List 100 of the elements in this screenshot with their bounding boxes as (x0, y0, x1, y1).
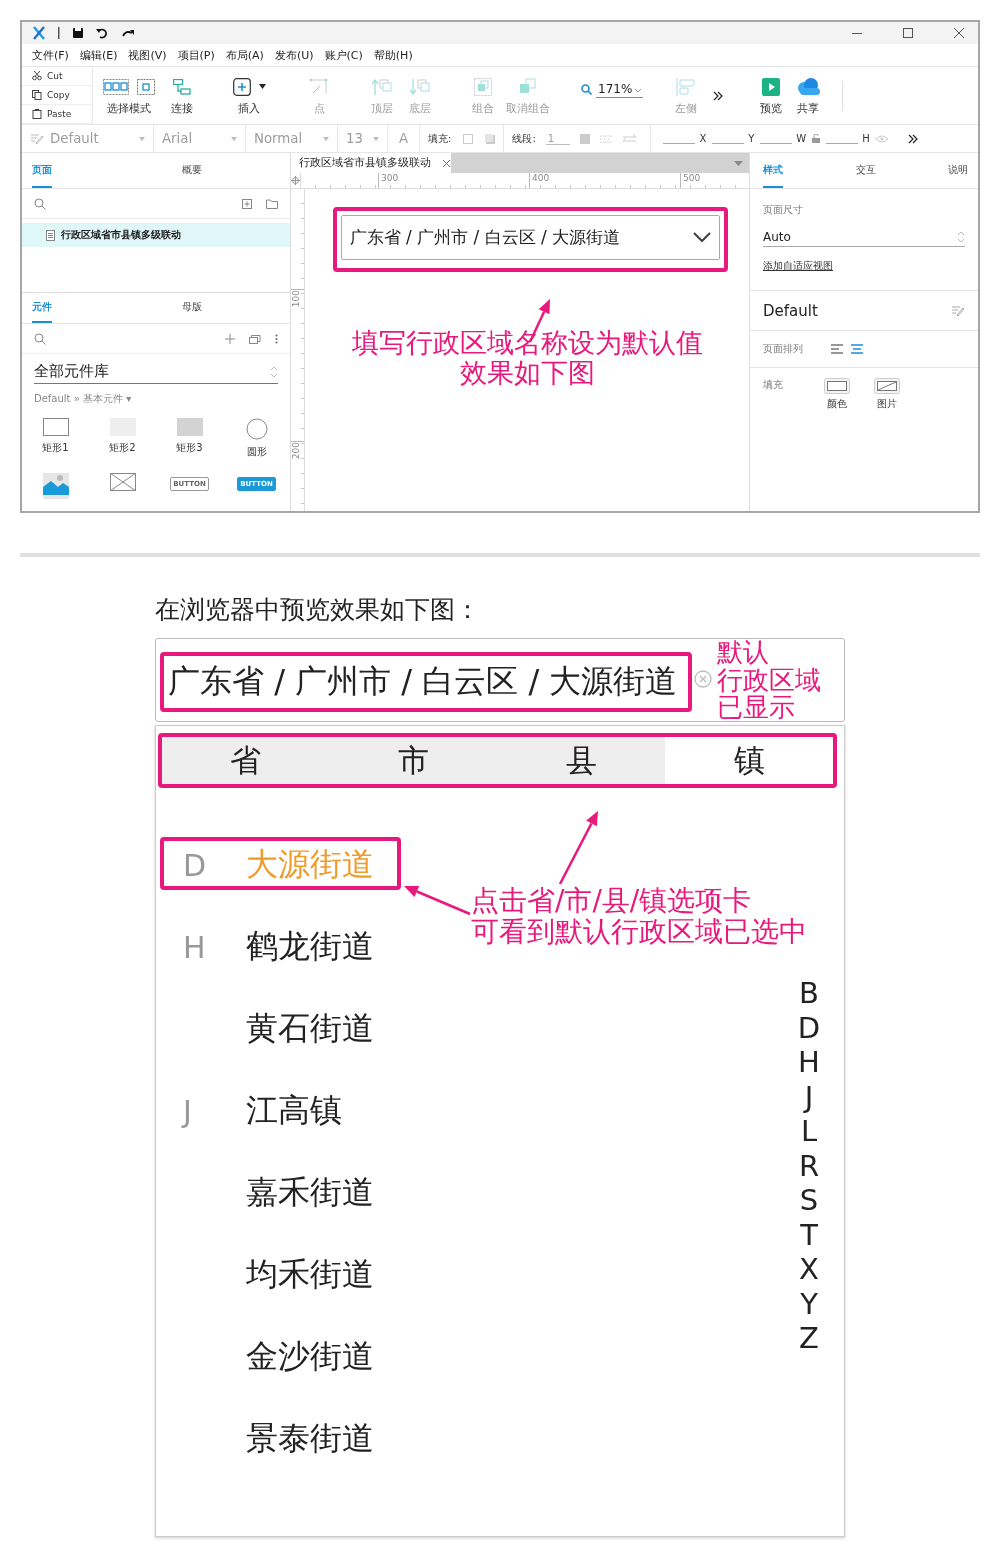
index-letter[interactable]: R (798, 1148, 820, 1183)
toolbar-button[interactable]: 选择模式 (96, 67, 162, 124)
panel-tab[interactable]: 母版 (182, 293, 202, 323)
kebab-icon[interactable] (275, 333, 278, 344)
index-letter[interactable]: T (800, 1217, 818, 1252)
page-icon (46, 229, 55, 241)
panel-tab[interactable]: 说明 (948, 153, 968, 188)
toolbar-button[interactable]: 预览 (753, 67, 790, 124)
menu-item[interactable]: 账户(C) (324, 47, 363, 63)
maximize-icon (902, 28, 913, 38)
line-label: 线段: (512, 131, 536, 146)
clipboard-button[interactable]: Copy (22, 86, 92, 105)
undo-icon[interactable] (96, 27, 109, 39)
index-letter[interactable]: D (797, 1010, 821, 1045)
rectangle-icon[interactable] (42, 418, 69, 436)
list-option[interactable]: 黄石街道 (246, 1007, 374, 1051)
add-icon[interactable] (225, 333, 235, 344)
fill-color-icon[interactable] (463, 133, 474, 144)
rectangle-icon[interactable] (176, 418, 203, 436)
list-option[interactable]: 金沙街道 (246, 1335, 374, 1379)
panel-tab[interactable]: 概要 (182, 153, 202, 188)
menu-item[interactable]: 视图(V) (128, 47, 167, 63)
search-icon (581, 84, 592, 95)
placeholder-icon[interactable] (109, 473, 136, 491)
clipboard-button[interactable]: Paste (22, 105, 92, 124)
color-swatch-icon (824, 378, 850, 394)
level-tab[interactable]: 县 (497, 737, 666, 784)
annotation-text: 可看到默认行政区域已选中 (471, 916, 807, 947)
shadow-icon[interactable] (485, 133, 496, 144)
toolbar-button[interactable]: 连接 (162, 67, 202, 124)
index-letter[interactable]: Z (799, 1321, 819, 1356)
panel-tab[interactable]: 元件 (32, 293, 52, 323)
redo-icon[interactable] (121, 27, 135, 39)
double-chevron-icon[interactable] (907, 133, 918, 144)
list-option[interactable]: 江高镇 (246, 1089, 342, 1133)
fill-label: 填充: (428, 131, 452, 146)
caret-icon (323, 136, 329, 141)
menu-item[interactable]: 编辑(E) (79, 47, 118, 63)
list-option[interactable]: 景泰街道 (246, 1417, 374, 1461)
menu-item[interactable]: 文件(F) (32, 47, 69, 63)
adaptive-view-link[interactable]: 添加自适应视图 (763, 259, 833, 273)
panel-tab[interactable]: 页面 (32, 153, 52, 188)
index-letter[interactable]: H (798, 1045, 820, 1080)
line-color-icon[interactable] (579, 133, 590, 144)
menu-item[interactable]: 帮助(H) (373, 47, 413, 63)
align-left-icon (676, 77, 697, 96)
up-down-caret-icon (957, 230, 965, 243)
library-dropdown[interactable]: 全部元件库 (34, 360, 278, 384)
clear-icon[interactable] (694, 670, 712, 688)
list-option[interactable]: 嘉禾街道 (246, 1171, 374, 1215)
zoom-dropdown[interactable]: 171% (581, 67, 644, 124)
field-label: 页面尺寸 (763, 203, 804, 217)
search-icon[interactable] (34, 197, 46, 210)
close-icon (953, 28, 964, 38)
arrow-style-icon[interactable] (622, 133, 636, 144)
coordinate-label: W (796, 133, 807, 144)
fill-option[interactable]: 颜色 (824, 378, 850, 411)
list-option[interactable]: 鹤龙街道 (246, 925, 374, 969)
library-breadcrumb[interactable]: Default » 基本元件 ▾ (34, 392, 132, 406)
toolbar-button[interactable]: 插入 (224, 67, 274, 124)
align-left-icon[interactable] (831, 344, 843, 354)
panel-tab[interactable]: 交互 (855, 153, 876, 188)
panel-tab[interactable]: 样式 (763, 153, 783, 188)
clipboard-button[interactable]: Cut (22, 67, 92, 86)
page-list-item[interactable]: 行政区域省市县镇多级联动 (22, 223, 290, 247)
circle-icon[interactable] (245, 418, 268, 440)
index-letter[interactable]: Y (800, 1286, 818, 1321)
folder-icon[interactable] (266, 198, 278, 209)
fill-option[interactable]: 图片 (874, 378, 900, 411)
widget-label: 矩形2 (109, 441, 136, 455)
search-icon[interactable] (34, 332, 46, 345)
annotation-text: 行政区域 (717, 666, 821, 694)
caret-icon[interactable] (734, 160, 743, 166)
bring-front-icon (372, 77, 392, 96)
image-icon[interactable] (42, 473, 69, 499)
align-center-icon[interactable] (851, 344, 863, 354)
list-option[interactable]: 均禾街道 (246, 1253, 374, 1297)
level-tab[interactable]: 省 (162, 737, 330, 784)
save-icon[interactable] (72, 27, 84, 39)
eye-icon[interactable] (875, 134, 888, 143)
index-letter[interactable]: J (804, 1079, 814, 1114)
menu-item[interactable]: 项目(P) (177, 47, 215, 63)
chevron-down-icon (692, 232, 711, 243)
lock-icon[interactable] (812, 134, 821, 143)
widget-label: 矩形3 (176, 441, 203, 455)
index-letter[interactable]: S (799, 1183, 819, 1218)
menu-item[interactable]: 布局(A) (225, 47, 264, 63)
document-tab[interactable]: 行政区域省市县镇多级联动 (291, 153, 451, 173)
clipboard-icon (32, 109, 42, 119)
menu-item[interactable]: 发布(U) (274, 47, 314, 63)
index-letter[interactable]: X (799, 1252, 819, 1287)
add-page-icon[interactable] (242, 198, 252, 209)
stack-icon[interactable] (249, 333, 261, 344)
index-letter[interactable]: L (800, 1114, 818, 1149)
index-letter[interactable]: B (799, 976, 819, 1011)
toolbar-button[interactable]: 共享 (790, 67, 827, 124)
level-tab[interactable]: 市 (329, 737, 498, 784)
page-size-dropdown[interactable]: Auto (763, 227, 965, 247)
edit-style-icon[interactable] (951, 305, 965, 316)
dropdown-select[interactable]: 广东省 / 广州市 / 白云区 / 大源街道 (340, 215, 720, 260)
